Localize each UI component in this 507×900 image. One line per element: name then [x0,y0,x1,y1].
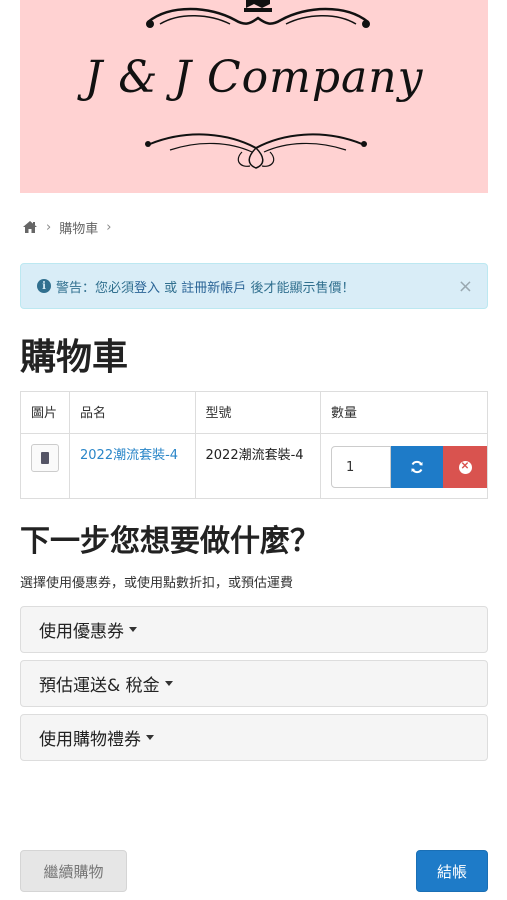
alert-message: 警告：您必須登入 或 註冊新帳戶 後才能顯示售價！ [56,277,458,296]
quantity-group: ✕ [331,446,487,488]
product-image-cell [20,433,70,499]
breadcrumb: › 購物車 › [22,216,119,238]
logo-banner[interactable]: J & J Company [20,0,488,193]
remove-icon: ✕ [458,460,472,474]
caret-down-icon [164,681,173,686]
header-image: 圖片 [20,391,70,434]
continue-shopping-button[interactable]: 繼續購物 [20,850,127,892]
register-link[interactable]: 註冊新帳戶 [181,281,246,296]
product-name-link[interactable]: 2022潮流套裝-4 [80,448,178,463]
alert-text-or: 或 [160,280,182,296]
header-model: 型號 [194,391,321,434]
caret-down-icon [129,627,137,632]
header-name: 品名 [69,391,196,434]
refresh-icon [411,460,423,474]
company-logo-text: J & J Company [84,52,424,103]
product-model: 2022潮流套裝-4 [194,433,321,499]
remove-item-button[interactable]: ✕ [443,446,487,488]
login-warning-alert: i 警告：您必須登入 或 註冊新帳戶 後才能顯示售價！ × [20,263,488,309]
caret-down-icon [146,735,154,740]
alert-text-suffix: 後才能顯示售價！ [246,280,355,296]
product-thumbnail[interactable] [31,444,59,472]
header-quantity: 數量 [320,391,488,434]
alert-text-prefix: 警告：您必須 [56,280,135,296]
checkout-button[interactable]: 結帳 [416,850,488,892]
update-quantity-button[interactable] [391,446,443,488]
next-steps-description: 選擇使用優惠券，或使用點數折扣，或預估運費 [20,576,294,591]
info-icon: i [37,279,51,293]
quantity-cell: ✕ [320,433,488,499]
table-header-row: 圖片 品名 型號 數量 [20,391,488,434]
panel-label: 使用購物禮券 [39,730,141,750]
quantity-input[interactable] [331,446,391,488]
panel-label: 使用優惠券 [39,622,124,642]
gift-voucher-panel-toggle[interactable]: 使用購物禮券 [20,714,488,761]
cart-table: 圖片 品名 型號 數量 2022潮流套裝-4 2022潮流套裝-4 1 ✕ [20,391,488,499]
shipping-tax-panel-toggle[interactable]: 預估運送& 稅金 [20,660,488,707]
home-icon[interactable] [22,220,38,234]
next-steps-title: 下一步您想要做什麼？ [20,524,320,559]
table-row: 2022潮流套裝-4 2022潮流套裝-4 ✕ [20,433,488,499]
product-name-cell: 2022潮流套裝-4 [69,433,196,499]
panel-label: 預估運送& 稅金 [39,676,160,696]
coupon-panel-toggle[interactable]: 使用優惠券 [20,606,488,653]
login-link[interactable]: 登入 [134,281,160,296]
chevron-right-icon: › [106,219,112,235]
page-title: 購物車 [20,337,129,378]
chevron-right-icon: › [46,219,52,235]
close-icon[interactable]: × [458,276,473,297]
breadcrumb-item-cart[interactable]: 購物車 [59,218,98,237]
